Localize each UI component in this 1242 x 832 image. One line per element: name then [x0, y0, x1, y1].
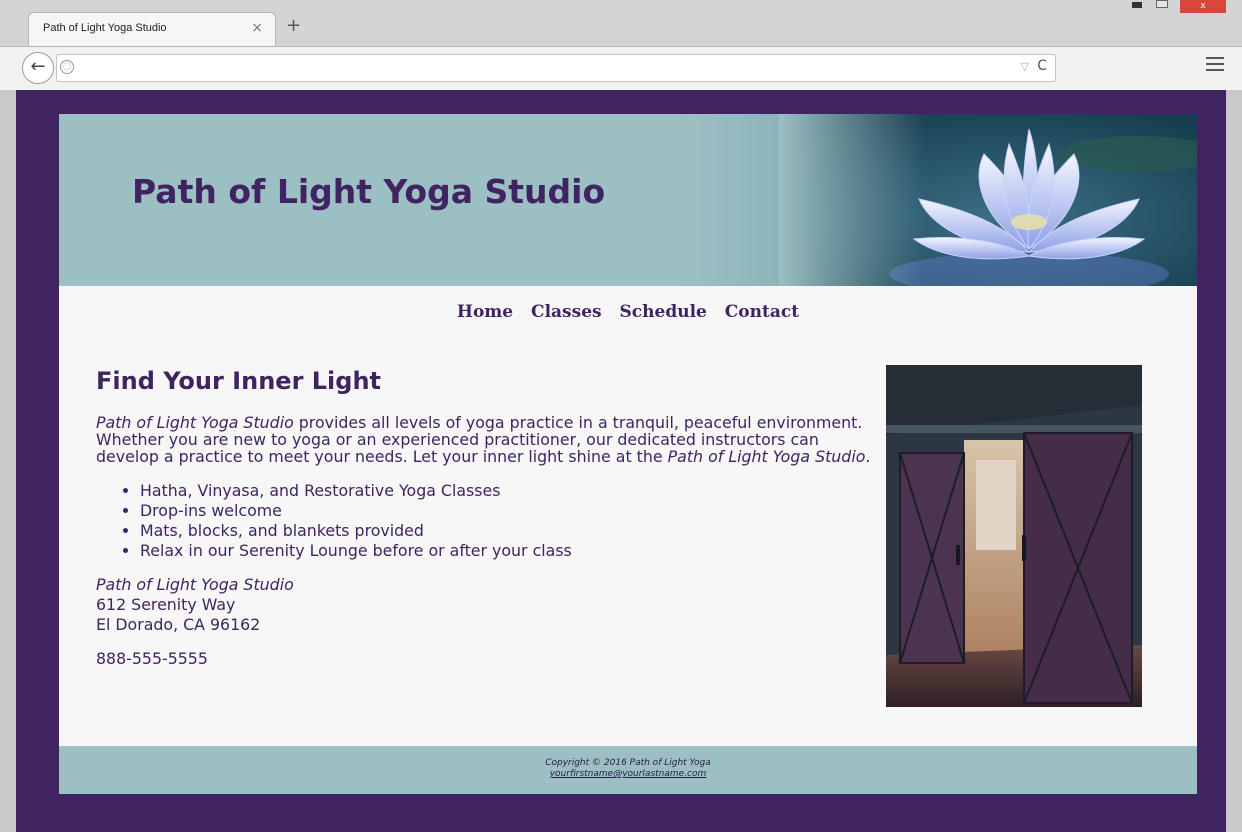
intro-paragraph: Path of Light Yoga Studio provides all l… — [96, 414, 886, 465]
list-item: Hatha, Vinyasa, and Restorative Yoga Cla… — [140, 481, 886, 501]
site-header: Path of Light Yoga Studio — [59, 114, 1197, 286]
nav-contact[interactable]: Contact — [725, 302, 799, 322]
browser-tab[interactable]: Path of Light Yoga Studio × — [28, 12, 276, 46]
address-city: El Dorado, CA 96162 — [96, 615, 261, 634]
reload-icon[interactable]: C — [1037, 58, 1047, 74]
url-bar[interactable]: ▽ C — [56, 54, 1056, 82]
window-controls: x — [1122, 0, 1242, 13]
barn-door-image — [886, 365, 1142, 707]
features-list: Hatha, Vinyasa, and Restorative Yoga Cla… — [140, 481, 886, 561]
browser-toolbar: ▽ C ← ◌ — [0, 46, 1242, 90]
list-item: Drop-ins welcome — [140, 501, 886, 521]
list-item: Mats, blocks, and blankets provided — [140, 521, 886, 541]
lotus-image — [779, 114, 1197, 286]
page-viewport: Path of Light Yoga Studio Home Classes S… — [16, 90, 1226, 832]
hamburger-menu-icon[interactable] — [1206, 57, 1224, 71]
copyright-text: Copyright © 2016 Path of Light Yoga — [545, 758, 711, 768]
maximize-icon[interactable] — [1156, 0, 1168, 8]
minimize-icon[interactable] — [1132, 2, 1142, 8]
globe-icon: ◌ — [60, 60, 74, 74]
site-title: Path of Light Yoga Studio — [132, 172, 606, 211]
page-heading: Find Your Inner Light — [96, 367, 382, 395]
studio-name: Path of Light Yoga Studio — [667, 447, 866, 466]
main-nav: Home Classes Schedule Contact — [59, 302, 1197, 322]
address-name: Path of Light Yoga Studio — [96, 575, 294, 594]
footer-email-link[interactable]: yourfirstname@yourlastname.com — [550, 769, 707, 779]
address-block: Path of Light Yoga Studio 612 Serenity W… — [96, 575, 886, 635]
url-dropdown-icon[interactable]: ▽ — [1021, 60, 1029, 73]
tab-close-icon[interactable]: × — [251, 20, 263, 36]
nav-schedule[interactable]: Schedule — [620, 302, 707, 322]
list-item: Relax in our Serenity Lounge before or a… — [140, 541, 886, 561]
nav-classes[interactable]: Classes — [531, 302, 602, 322]
new-tab-icon[interactable]: + — [286, 16, 301, 36]
main-content: Find Your Inner Light Path of Light Yoga… — [96, 366, 886, 669]
page-wrapper: Path of Light Yoga Studio Home Classes S… — [59, 114, 1197, 794]
nav-home[interactable]: Home — [457, 302, 513, 322]
intro-text-end: . — [865, 447, 871, 466]
phone-number: 888-555-5555 — [96, 649, 208, 668]
browser-chrome: Path of Light Yoga Studio × + x ▽ C ← ◌ — [0, 0, 1242, 90]
window-close-icon[interactable]: x — [1180, 0, 1226, 13]
site-footer: Copyright © 2016 Path of Light Yoga your… — [59, 746, 1197, 794]
address-street: 612 Serenity Way — [96, 595, 236, 614]
back-button[interactable]: ← — [22, 52, 54, 84]
tab-title: Path of Light Yoga Studio — [43, 22, 167, 34]
